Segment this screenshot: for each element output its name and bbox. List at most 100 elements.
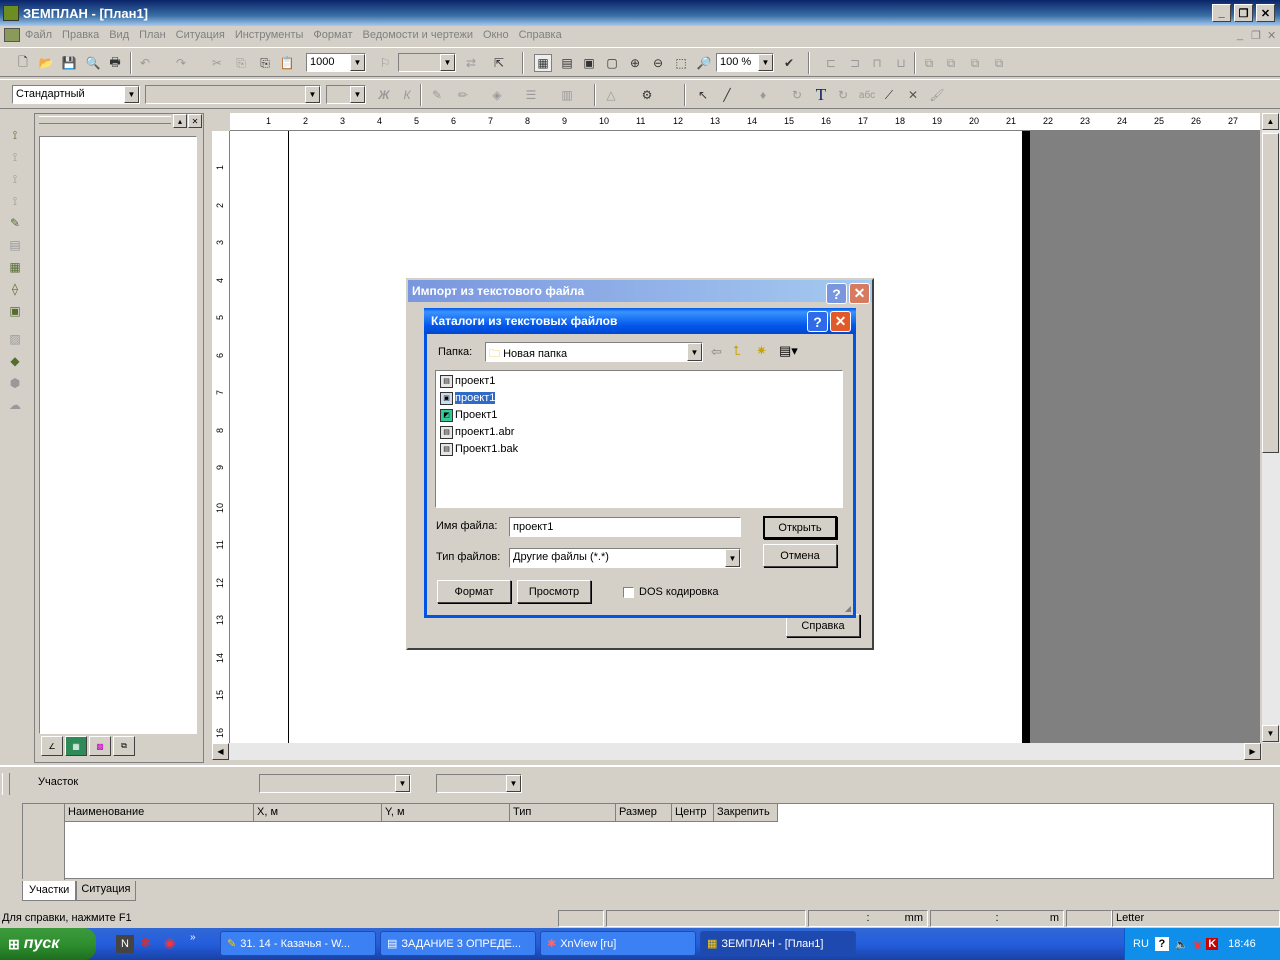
zoom-all-icon[interactable]: 🔎 [695,54,713,72]
horizontal-scrollbar[interactable]: ◀ ▶ [212,743,1262,760]
bold-button[interactable]: Ж [375,86,393,104]
layout-view-icon[interactable]: ▣ [580,54,598,72]
quicklaunch-app-icon[interactable]: Ν [116,935,134,953]
file-item[interactable]: ▤ Проект1.bak [440,441,518,457]
refresh-icon[interactable]: ↻ [834,86,852,104]
start-button[interactable]: ⊞ пуск [0,928,96,960]
chevron-down-icon[interactable]: ▼ [687,343,702,361]
col-size[interactable]: Размер [616,804,672,822]
menu-edit[interactable]: Правка [57,29,104,41]
close-button[interactable]: ✕ [1256,4,1275,22]
task-zemplan[interactable]: ▦ ЗЕМПЛАН - [План1] [700,931,856,956]
copy-icon[interactable]: ⎘ [232,54,250,72]
send-back-icon[interactable]: ⧉ [942,54,960,72]
report-icon[interactable]: ▣ [7,303,23,319]
plot-merge-icon[interactable]: ⟟ [7,193,23,209]
plot-edit-icon[interactable]: ⟟ [7,149,23,165]
open-button[interactable]: Открыть [763,516,837,539]
help-icon[interactable]: ? [1154,937,1169,951]
menu-plan[interactable]: План [134,29,171,41]
file-item[interactable]: ▤ проект1.abr [440,424,514,440]
area-icon[interactable]: ⟠ [7,281,23,297]
paste-icon[interactable]: 📋 [278,54,296,72]
chevron-down-icon[interactable]: ▼ [758,54,773,71]
save-icon[interactable]: 💾 [60,54,78,72]
col-fix[interactable]: Закрепить [714,804,778,822]
quicklaunch-bug-icon[interactable]: ✱ [140,935,151,951]
task-doc[interactable]: ▤ ЗАДАНИЕ 3 ОПРЕДЕ... [380,931,536,956]
chevron-down-icon[interactable]: ▼ [725,549,740,567]
app-titlebar[interactable]: ЗЕМПЛАН - [План1] _ ❐ ✕ [0,0,1280,26]
mdi-close-icon[interactable]: ✕ [1262,29,1280,42]
folder-combo[interactable]: 🗀 Новая папка ▼ [485,342,703,362]
chevron-down-icon[interactable]: ▼ [124,86,139,103]
zoom-in-icon[interactable]: ⊕ [626,54,644,72]
vertical-scrollbar[interactable]: ▲ ▼ [1262,113,1280,743]
panel-collapse-icon[interactable]: ▴ [173,114,187,128]
dos-encoding-checkbox[interactable] [623,587,634,598]
task-xnview[interactable]: ✱ XnView [ru] [540,931,696,956]
plot-tool-icon[interactable]: ⟟ [7,127,23,143]
file-list[interactable]: ▤ проект1 ▣ проект1 ◩ Проект1 ▤ проект1.abr … [435,370,843,508]
point-tool-icon[interactable]: ♦ [754,86,772,104]
plot-combo[interactable]: ▼ [259,774,411,793]
restore-button[interactable]: ❐ [1234,4,1253,22]
scale-combo[interactable]: 1000 ▼ [306,53,366,72]
plot-type-combo[interactable]: ▼ [436,774,522,793]
pages-tab-icon[interactable]: ⧉ [113,736,135,756]
map-tab-icon[interactable]: ▦ [65,736,87,756]
chevron-down-icon[interactable]: ▼ [305,86,320,103]
chevron-down-icon[interactable]: ▼ [350,54,365,71]
undo-icon[interactable]: ↶ [136,54,154,72]
menu-window[interactable]: Окно [478,29,514,41]
link-icon[interactable]: ⇄ [462,54,480,72]
open-folder-icon[interactable]: 📂 [37,54,55,72]
hatch-icon[interactable]: ▨ [7,331,23,347]
chevron-down-icon[interactable]: ▼ [440,54,455,71]
symbol-icon[interactable]: ⚙ [638,86,656,104]
view-menu-icon[interactable]: ▤▾ [779,343,798,359]
menu-format[interactable]: Формат [308,29,357,41]
menu-reports[interactable]: Ведомости и чертежи [357,29,478,41]
chevron-down-icon[interactable]: ▼ [506,775,521,792]
coordinates-table[interactable]: Наименование X, м Y, м Тип Размер Центр … [22,803,1274,880]
menu-tools[interactable]: Инструменты [230,29,309,41]
doc-icon[interactable]: ▤ [7,237,23,253]
line-color-icon[interactable]: ✏ [454,86,472,104]
help-icon[interactable]: ? [826,283,847,304]
grid-icon[interactable]: ▦ [7,259,23,275]
chevron-down-icon[interactable]: ▼ [350,86,365,103]
panel-grip[interactable] [39,116,171,124]
cloud-icon[interactable]: ☁ [7,397,23,413]
table-view-icon[interactable]: ▤ [558,54,576,72]
language-indicator[interactable]: RU [1133,938,1149,950]
select-tool-icon[interactable]: ⇱ [490,54,508,72]
format-button[interactable]: Формат [437,580,511,603]
scroll-down-icon[interactable]: ▼ [1262,725,1279,742]
close-icon[interactable]: ✕ [830,311,851,332]
menu-view[interactable]: Вид [104,29,134,41]
redo-icon[interactable]: ↷ [172,54,190,72]
filetype-combo[interactable]: Другие файлы (*.*) ▼ [509,548,741,568]
menu-file[interactable]: Файл [20,29,57,41]
font-size-combo[interactable]: ▼ [326,85,366,104]
italic-button[interactable]: К [398,86,416,104]
task-word[interactable]: ✎ 31. 14 - Казачья - W... [220,931,376,956]
zoom-window-icon[interactable]: ⬚ [672,54,690,72]
abc-text-icon[interactable]: абс [858,86,876,104]
close-icon[interactable]: ✕ [849,283,870,304]
file-item[interactable]: ◩ Проект1 [440,407,497,423]
panel-grip[interactable] [2,773,10,795]
kaspersky-icon[interactable]: K [1206,938,1219,950]
window-view-icon[interactable]: ▢ [603,54,621,72]
cut-icon[interactable]: ✂ [208,54,226,72]
layers-icon[interactable]: ◆ [7,353,23,369]
volume-icon[interactable]: 🔈 [1175,938,1189,951]
pen-icon[interactable]: ✎ [428,86,446,104]
align-bottom-icon[interactable]: ⊔ [892,54,910,72]
scroll-thumb[interactable] [1262,133,1279,453]
bring-front-icon[interactable]: ⧉ [920,54,938,72]
zoom-combo[interactable]: 100 % ▼ [716,53,774,72]
quicklaunch-more-icon[interactable]: » [190,932,196,943]
pencil-icon[interactable]: ✎ [7,215,23,231]
